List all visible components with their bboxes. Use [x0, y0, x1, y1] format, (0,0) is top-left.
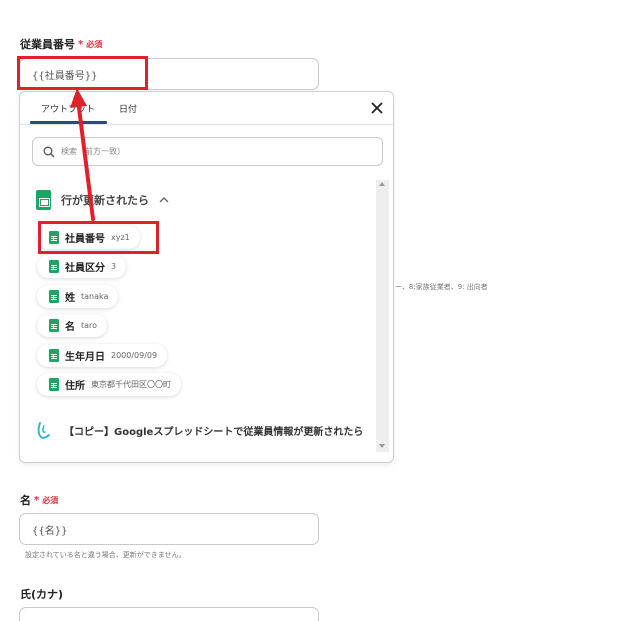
google-sheets-icon [49, 290, 59, 303]
picker-tabs: アウトプット 日付 [20, 92, 393, 125]
chevron-up-icon[interactable] [159, 196, 169, 204]
background-help-text: ー、8:家族従業者、9: 出向者 [395, 283, 488, 291]
given-name-label: 名 * 必須 [20, 494, 59, 507]
tab-output[interactable]: アウトプット [41, 102, 95, 115]
annotation-highlight-field [17, 56, 148, 90]
output-item-name: 名 [65, 322, 75, 333]
given-name-help: 設定されている名と違う場合、更新ができません。 [25, 551, 186, 559]
kana-surname-field[interactable] [19, 607, 319, 621]
output-item-name: 生年月日 [65, 352, 105, 363]
active-tab-indicator [30, 121, 107, 124]
output-item-name: 住所 [65, 381, 85, 392]
group-title: 行が更新されたら [61, 194, 149, 207]
yoom-flow-icon [37, 422, 50, 439]
output-item-value: tanaka [81, 292, 109, 301]
output-item-value: taro [81, 321, 98, 330]
search-placeholder: 検索（前方一致） [61, 147, 125, 156]
output-item-employee-type[interactable]: 社員区分 3 [37, 255, 127, 278]
output-item-name: 姓 [65, 293, 75, 304]
picker-scrollbar[interactable] [376, 180, 389, 452]
google-sheets-icon [36, 190, 51, 210]
google-sheets-icon [49, 319, 59, 332]
search-icon [43, 146, 55, 157]
close-icon[interactable] [369, 100, 385, 116]
scroll-up-arrow-icon[interactable] [379, 182, 385, 186]
picker-search-input[interactable]: 検索（前方一致） [32, 137, 383, 166]
annotation-highlight-item [38, 221, 159, 254]
output-item-value: 東京都千代田区〇〇町 [91, 380, 171, 389]
kana-surname-label: 氏(カナ) [20, 588, 64, 601]
given-name-value: {{名}} [32, 525, 68, 537]
scroll-down-arrow-icon[interactable] [379, 444, 385, 448]
tab-date[interactable]: 日付 [119, 102, 137, 115]
given-name-field[interactable]: {{名}} [19, 513, 319, 545]
output-item-address[interactable]: 住所 東京都千代田区〇〇町 [37, 373, 181, 396]
google-sheets-icon [49, 378, 59, 391]
output-item-value: 3 [111, 262, 117, 271]
output-item-birthdate[interactable]: 生年月日 2000/09/09 [37, 344, 168, 367]
output-item-surname[interactable]: 姓 tanaka [37, 285, 119, 308]
group-header-row-updated[interactable]: 行が更新されたら [36, 189, 169, 211]
flow-item[interactable]: 【コピー】Googleスプレッドシートで従業員情報が更新されたら [36, 420, 363, 440]
output-item-given-name[interactable]: 名 taro [37, 314, 108, 337]
variable-picker-panel: アウトプット 日付 検索（前方一致） 行が更新されたら 社員番号 xyz1 社員… [19, 91, 394, 463]
google-sheets-icon [49, 349, 59, 362]
output-item-value: 2000/09/09 [111, 351, 158, 360]
google-sheets-icon [49, 260, 59, 273]
employee-no-label: 従業員番号 * 必須 [20, 38, 103, 51]
output-item-name: 社員区分 [65, 263, 105, 274]
flow-item-label: 【コピー】Googleスプレッドシートで従業員情報が更新されたら [64, 426, 364, 438]
